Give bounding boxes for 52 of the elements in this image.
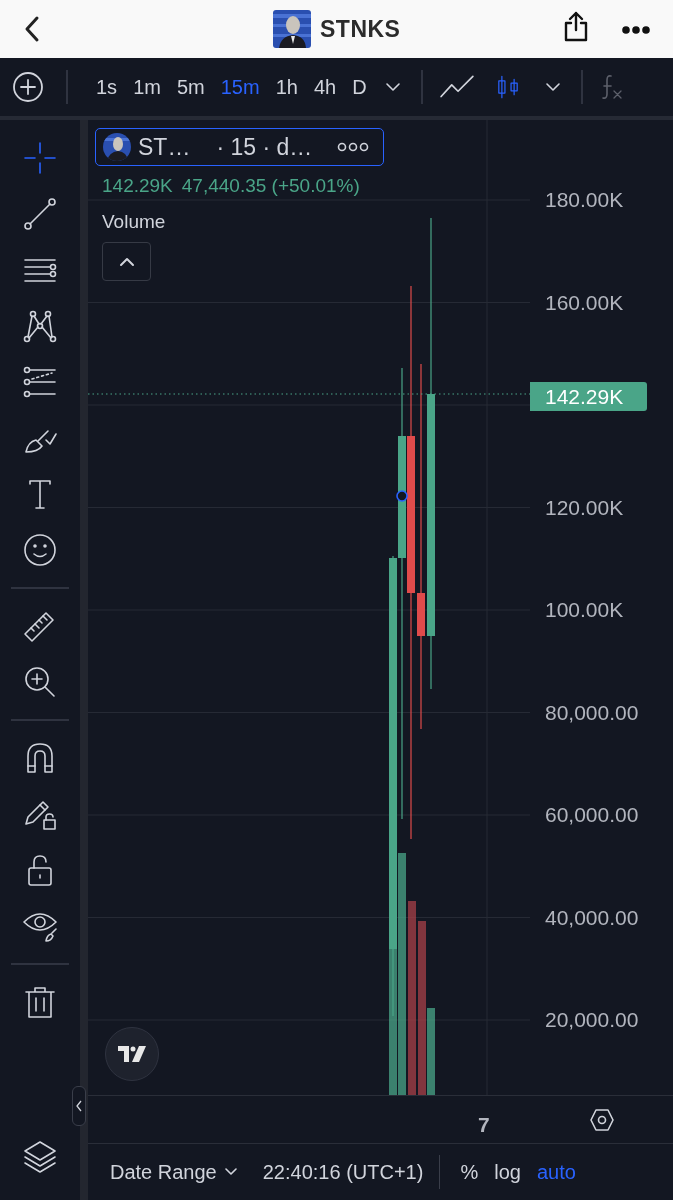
timeframe-tab[interactable]: 1h [267,67,306,107]
more-icon[interactable] [337,142,369,152]
time-label: 7 [478,1112,490,1138]
price-tick: 60,000.00 [545,803,639,827]
fib-icon[interactable] [22,364,58,400]
collapse-toggle[interactable] [72,1086,86,1126]
scale-toggle[interactable]: log [486,1157,529,1187]
symbol-name: ST… [138,132,191,162]
clock-time: 22:40:16 (UTC+1) [262,1160,424,1185]
layers-icon[interactable] [22,1138,58,1174]
trend-line-icon[interactable] [22,196,58,232]
change-value: 47,440.35 (+50.01%) [181,174,360,198]
current-price-label: 142.29K [530,382,647,411]
settings-icon[interactable] [590,1109,614,1131]
price-tick: 180.00K [545,188,624,212]
zoom-icon[interactable] [22,664,58,700]
price-tick: 160.00K [545,290,624,315]
symbol-legend[interactable]: ST… · 15 · d… [95,128,384,166]
price-tick: 120.00K [545,495,624,520]
caret-icon[interactable] [544,82,561,92]
price-tick: 40,000.00 [545,905,639,930]
caret-icon[interactable] [384,82,401,92]
date-range-dropdown[interactable]: Date Range [110,1157,237,1187]
trash-icon[interactable] [22,984,58,1020]
interval-text: · 15 · d… [216,132,313,162]
caret-icon [224,1168,237,1176]
timeframe-tab[interactable]: 5m [168,67,213,107]
scale-toggle[interactable]: auto [528,1157,584,1187]
pattern-icon[interactable] [22,308,58,344]
add-icon[interactable] [12,71,44,103]
price-tick: 100.00K [545,598,624,622]
indicator-label: Volume [102,210,166,234]
marker-dot [396,490,408,502]
header-title: STNKS [320,14,401,44]
price-value: 142.29K [102,174,173,198]
chevron-up-icon [118,256,135,267]
share-icon[interactable] [562,10,590,42]
price-tick: 20,000.00 [545,1008,639,1032]
more-icon[interactable] [622,26,650,34]
chevron-left-icon [76,1100,82,1112]
timeframe-tab[interactable]: 15m [212,67,268,107]
scale-toggle[interactable]: % [452,1157,487,1187]
price-tick: 80,000.00 [545,700,639,725]
timeframe-tab[interactable]: D [344,67,375,107]
timeframe-tab[interactable]: 4h [305,67,345,107]
logo-icon[interactable] [118,1046,146,1062]
emoji-icon[interactable] [22,532,58,568]
collapse-button[interactable] [102,242,151,281]
crosshair-icon[interactable] [22,140,58,176]
timeframe-tab[interactable]: 1s [88,67,126,107]
function-icon[interactable] [600,72,623,102]
timeframe-tab[interactable]: 1m [125,67,169,107]
